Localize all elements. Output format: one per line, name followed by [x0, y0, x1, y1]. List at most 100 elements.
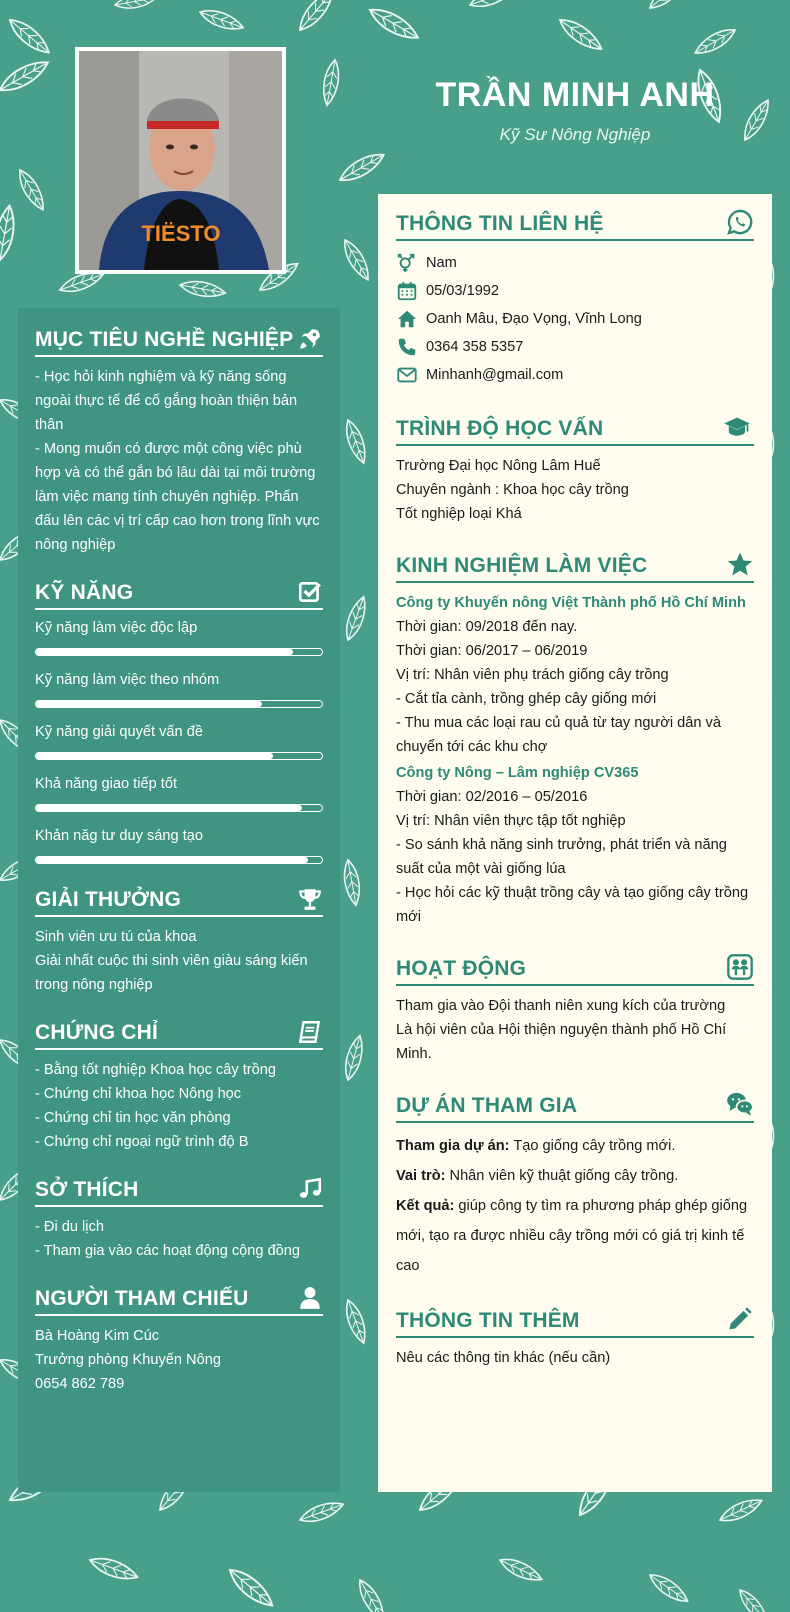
skill-item: Khả năng giao tiếp tốt — [35, 774, 323, 812]
skill-label: Kỹ năng làm việc độc lập — [35, 620, 198, 636]
gender-icon — [397, 253, 415, 273]
certificate-line: - Bằng tốt nghiệp Khoa học cây trồng — [35, 1062, 276, 1078]
references-section: NGƯỜI THAM CHIẾU Bà Hoàng Kim Cúc Trưởng… — [35, 1285, 323, 1396]
contact-gender: Nam — [396, 249, 754, 277]
section-title: MỤC TIÊU NGHỀ NGHIỆP — [35, 328, 294, 351]
experience-header: KINH NGHIỆM LÀM VIỆC — [396, 550, 754, 583]
skill-item: Kỹ năng làm việc độc lập — [35, 618, 323, 656]
section-title: THÔNG TIN LIÊN HỆ — [396, 212, 604, 235]
home-icon — [397, 310, 417, 328]
contact-address: Oanh Mâu, Đạo Vọng, Vĩnh Long — [396, 305, 754, 333]
skill-bar — [35, 856, 323, 864]
skill-bar — [35, 804, 323, 812]
avatar: TIËSTO — [79, 51, 282, 270]
section-title: KINH NGHIỆM LÀM VIỆC — [396, 554, 648, 577]
hobby-line: - Đi du lịch — [35, 1219, 104, 1235]
section-title: NGƯỜI THAM CHIẾU — [35, 1287, 249, 1310]
education-header: TRÌNH ĐỘ HỌC VẤN — [396, 413, 754, 446]
certificate-line: - Chứng chỉ tin học văn phòng — [35, 1110, 231, 1126]
skill-bar — [35, 648, 323, 656]
activities-header: HOẠT ĐỘNG — [396, 953, 754, 986]
skill-label: Kỹ năng giải quyết vấn đề — [35, 724, 203, 740]
contact-value: 05/03/1992 — [426, 283, 500, 299]
section-title: CHỨNG CHỈ — [35, 1021, 159, 1044]
activity-line: Là hội viên của Hội thiện nguyện thành p… — [396, 1022, 727, 1062]
education-line: Chuyên ngành : Khoa học cây trồng — [396, 482, 629, 498]
skill-label: Khản năg tư duy sáng tạo — [35, 828, 203, 844]
reference-line: 0654 862 789 — [35, 1376, 125, 1392]
education-section: TRÌNH ĐỘ HỌC VẤN Trường Đại học Nông Lâm… — [396, 413, 754, 526]
skill-item: Khản năg tư duy sáng tạo — [35, 826, 323, 864]
certificates-section: CHỨNG CHỈ - Bằng tốt nghiệp Khoa học cây… — [35, 1019, 323, 1154]
skill-label: Kỹ năng làm việc theo nhóm — [35, 672, 220, 688]
experience-line: - Thu mua các loại rau củ quả từ tay ngư… — [396, 715, 721, 755]
graduation-cap-icon — [724, 417, 750, 436]
references-header: NGƯỜI THAM CHIẾU — [35, 1285, 323, 1316]
svg-text:TIËSTO: TIËSTO — [141, 221, 220, 246]
section-title: DỰ ÁN THAM GIA — [396, 1094, 578, 1117]
section-title: THÔNG TIN THÊM — [396, 1309, 580, 1332]
experience-section: KINH NGHIỆM LÀM VIỆC Công ty Khuyến nông… — [396, 550, 754, 929]
chat-icon — [727, 1092, 754, 1116]
contact-value: 0364 358 5357 — [426, 339, 524, 355]
award-line: Sinh viên ưu tú của khoa — [35, 929, 197, 945]
reference-line: Bà Hoàng Kim Cúc — [35, 1328, 160, 1344]
skills-section: KỸ NĂNG Kỹ năng làm việc độc lập Kỹ năng… — [35, 579, 323, 864]
calendar-icon — [397, 281, 417, 301]
awards-header: GIẢI THƯỞNG — [35, 886, 323, 917]
contact-phone: 0364 358 5357 — [396, 333, 754, 361]
extra-line: Nêu các thông tin khác (nếu cần) — [396, 1350, 611, 1366]
right-column: THÔNG TIN LIÊN HỆ Nam 05/03/1992 Oanh Mâ… — [378, 194, 772, 1492]
experience-line: Thời gian: 02/2016 – 05/2016 — [396, 789, 588, 805]
left-column: MỤC TIÊU NGHỀ NGHIỆP - Học hỏi kinh nghi… — [18, 308, 340, 1492]
skill-fill — [36, 649, 294, 655]
music-icon — [299, 1177, 322, 1198]
hobbies-section: SỞ THÍCH - Đi du lịch - Tham gia vào các… — [35, 1176, 323, 1263]
project-label: Tham gia dự án: — [396, 1138, 510, 1154]
company-name: Công ty Khuyến nông Việt Thành phố Hồ Ch… — [396, 595, 746, 611]
candidate-name: TRẦN MINH ANH — [435, 76, 715, 114]
book-icon — [298, 1021, 321, 1043]
pencil-icon — [729, 1307, 752, 1330]
group-icon — [727, 954, 753, 980]
project-label: Vai trò: — [396, 1168, 446, 1184]
contact-email: Minhanh@gmail.com — [396, 361, 754, 389]
user-icon — [300, 1287, 320, 1309]
objective-section: MỤC TIÊU NGHỀ NGHIỆP - Học hỏi kinh nghi… — [35, 326, 323, 557]
project-value: Nhân viên kỹ thuật giống cây trồng. — [445, 1168, 679, 1184]
profile-photo: TIËSTO — [75, 47, 286, 274]
hobby-line: - Tham gia vào các hoạt động cộng đồng — [35, 1243, 301, 1259]
experience-line: Thời gian: 06/2017 – 06/2019 — [396, 643, 588, 659]
award-line: Giải nhất cuộc thi sinh viên giàu sáng k… — [35, 953, 308, 993]
objective-header: MỤC TIÊU NGHỀ NGHIỆP — [35, 326, 323, 357]
experience-line: - So sánh khả năng sinh trưởng, phát tri… — [396, 837, 727, 877]
project-item: Kết quả: giúp công ty tìm ra phương pháp… — [396, 1191, 754, 1281]
skill-item: Kỹ năng giải quyết vấn đề — [35, 722, 323, 760]
contact-value: Oanh Mâu, Đạo Vọng, Vĩnh Long — [426, 311, 642, 327]
section-title: KỸ NĂNG — [35, 581, 134, 604]
activities-section: HOẠT ĐỘNG Tham gia vào Đội thanh niên xu… — [396, 953, 754, 1066]
skill-label: Khả năng giao tiếp tốt — [35, 776, 177, 792]
contact-header: THÔNG TIN LIÊN HỆ — [396, 208, 754, 241]
experience-line: - Cắt tỉa cành, trồng ghép cây giống mới — [396, 691, 657, 707]
section-title: TRÌNH ĐỘ HỌC VẤN — [396, 417, 604, 440]
envelope-icon — [397, 367, 417, 383]
contact-birthdate: 05/03/1992 — [396, 277, 754, 305]
awards-section: GIẢI THƯỞNG Sinh viên ưu tú của khoa Giả… — [35, 886, 323, 997]
objective-line: - Học hỏi kinh nghiệm và kỹ năng sống ng… — [35, 369, 298, 433]
skill-fill — [36, 701, 262, 707]
trophy-icon — [299, 889, 321, 910]
job-title: Kỹ Sư Nông Nghiệp — [499, 125, 651, 144]
project-item: Tham gia dự án: Tạo giống cây trồng mới. — [396, 1131, 754, 1161]
certificates-header: CHỨNG CHỈ — [35, 1019, 323, 1050]
checkbox-icon — [298, 582, 321, 602]
reference-line: Trưởng phòng Khuyến Nông — [35, 1352, 221, 1368]
education-line: Trường Đại học Nông Lâm Huế — [396, 458, 601, 474]
company-name: Công ty Nông – Lâm nghiệp CV365 — [396, 765, 639, 781]
education-line: Tốt nghiệp loại Khá — [396, 506, 522, 522]
project-value: Tạo giống cây trồng mới. — [509, 1138, 676, 1154]
skill-fill — [36, 857, 308, 863]
phone-icon — [398, 338, 416, 356]
experience-line: Thời gian: 09/2018 đến nay. — [396, 619, 578, 635]
whatsapp-icon — [727, 209, 753, 235]
